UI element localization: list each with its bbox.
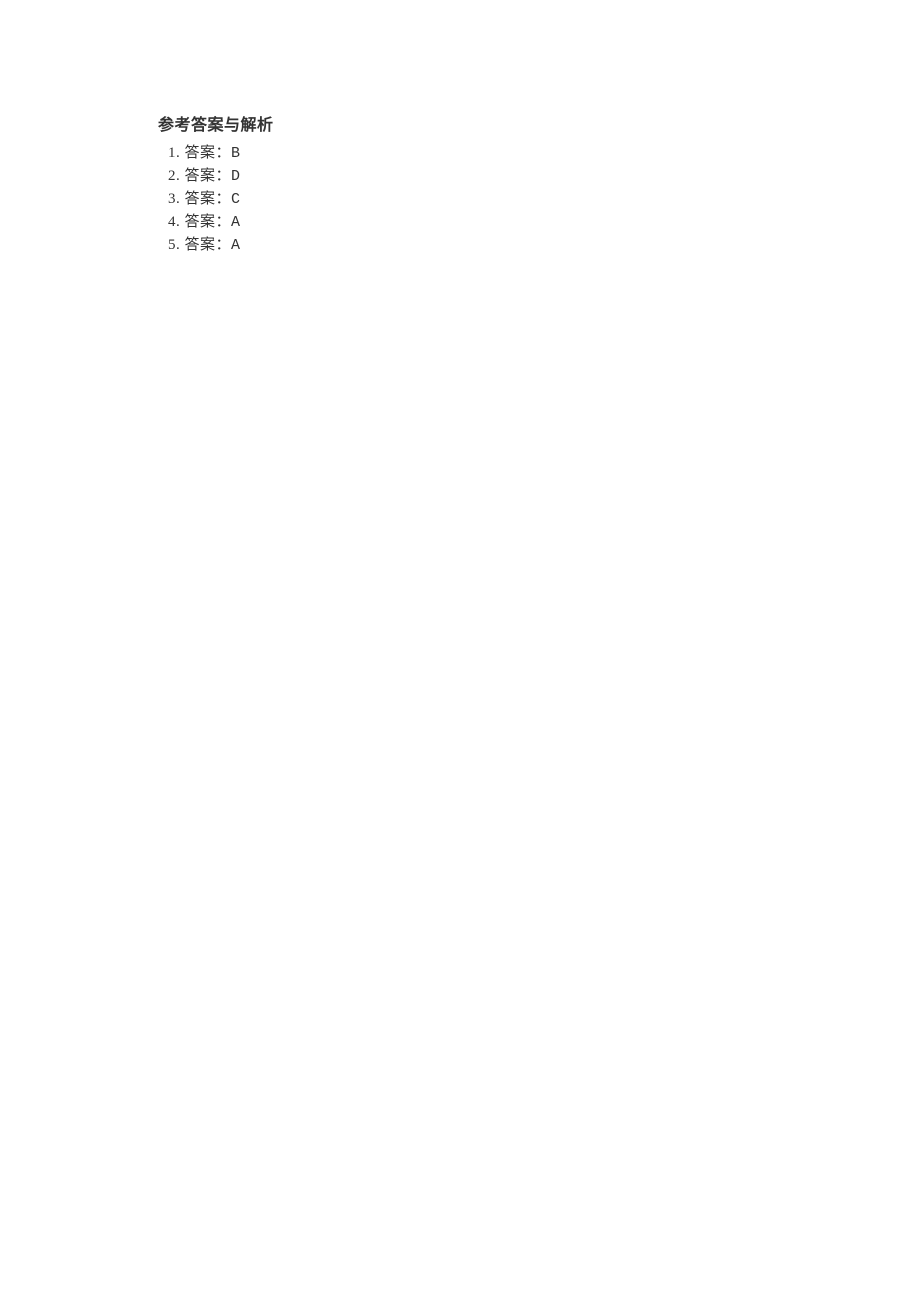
answer-number: 4. bbox=[168, 214, 180, 230]
answer-number: 5. bbox=[168, 237, 180, 253]
answer-value: A bbox=[231, 237, 241, 254]
answer-label: 答案： bbox=[185, 237, 232, 253]
answer-label: 答案： bbox=[185, 214, 232, 230]
answer-label: 答案： bbox=[185, 191, 232, 207]
answer-number: 3. bbox=[168, 191, 180, 207]
section-heading: 参考答案与解析 bbox=[158, 114, 920, 138]
answer-list: 1. 答案：B 2. 答案：D 3. 答案：C 4. 答案：A 5. 答案：A bbox=[158, 142, 920, 257]
answer-label: 答案： bbox=[185, 145, 232, 161]
answer-value: A bbox=[231, 214, 241, 231]
answer-value: B bbox=[231, 145, 241, 162]
answer-value: C bbox=[231, 191, 241, 208]
answer-number: 1. bbox=[168, 145, 180, 161]
answer-item: 4. 答案：A bbox=[168, 211, 920, 234]
answer-item: 1. 答案：B bbox=[168, 142, 920, 165]
answer-value: D bbox=[231, 168, 241, 185]
answer-label: 答案： bbox=[185, 168, 232, 184]
answer-item: 3. 答案：C bbox=[168, 188, 920, 211]
answer-item: 2. 答案：D bbox=[168, 165, 920, 188]
answer-number: 2. bbox=[168, 168, 180, 184]
answer-item: 5. 答案：A bbox=[168, 234, 920, 257]
